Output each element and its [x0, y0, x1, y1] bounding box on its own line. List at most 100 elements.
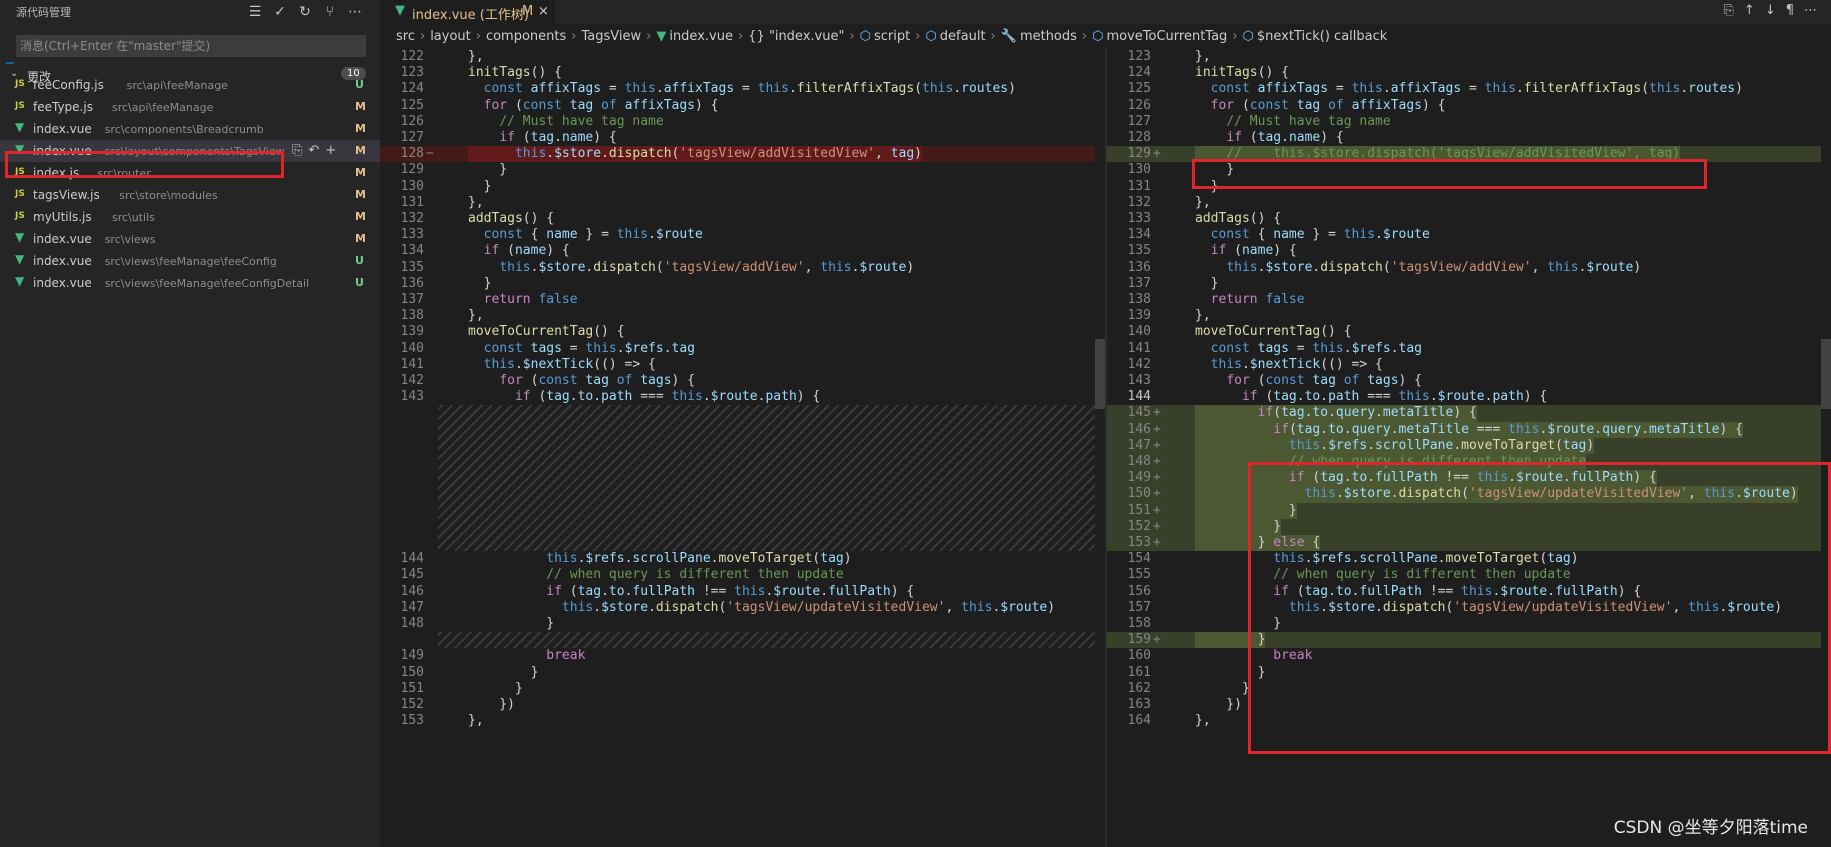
code-line[interactable]: 133 addTags() { — [1107, 211, 1831, 227]
code-line[interactable]: 128 if (tag.name) { — [1107, 130, 1831, 146]
code-line[interactable]: 135 if (name) { — [1107, 243, 1831, 259]
tab-index-vue-working-tree[interactable]: ▼ index.vue (工作树) M × — [380, 0, 555, 24]
code-line[interactable]: 144 if (tag.to.path === this.$route.path… — [1107, 389, 1831, 405]
code-line[interactable]: 148 } — [380, 616, 1105, 632]
code-line[interactable]: 131}, — [380, 195, 1105, 211]
breadcrumb-item[interactable]: TagsView — [581, 29, 641, 44]
changed-file-item[interactable]: ▼ index.vue src\views\feeManage\feeConfig U — [0, 250, 380, 272]
code-line[interactable]: 139 moveToCurrentTag() { — [380, 324, 1105, 340]
code-line[interactable]: 130 } — [380, 179, 1105, 195]
code-text: this.$store.dispatch('tagsView/addView',… — [1226, 259, 1642, 275]
code-line[interactable]: 129 } — [380, 162, 1105, 178]
vertical-scrollbar[interactable] — [1095, 49, 1105, 847]
code-line[interactable]: 122}, — [380, 49, 1105, 65]
scrollbar-thumb[interactable] — [1821, 339, 1831, 409]
commit-message-input[interactable]: 消息(Ctrl+Enter 在"master"提交) — [16, 35, 366, 57]
changed-file-item[interactable]: ▼ index.vue src\views\feeManage\feeConfigD… — [0, 272, 380, 294]
changed-file-item[interactable]: JS feeType.js src\api\feeManage M — [0, 96, 380, 118]
open-file-icon[interactable]: ⎘ — [292, 143, 302, 158]
refresh-icon[interactable]: ↻ — [296, 3, 314, 21]
code-line[interactable]: 146 if (tag.to.fullPath !== this.$route.… — [380, 584, 1105, 600]
code-line[interactable]: 137 } — [1107, 276, 1831, 292]
code-line[interactable]: 141 this.$nextTick(() => { — [380, 357, 1105, 373]
breadcrumb-item[interactable]: methods — [1020, 29, 1077, 44]
code-line[interactable]: 153}, — [380, 713, 1105, 729]
diff-original-pane[interactable]: 122}, 123 initTags() {124 const affixTags … — [380, 49, 1105, 847]
branch-icon[interactable]: ⑂ — [321, 3, 339, 21]
code-line[interactable]: 135 this.$store.dispatch('tagsView/addVi… — [380, 260, 1105, 276]
scrollbar-thumb[interactable] — [1095, 339, 1105, 409]
code-line[interactable]: 152 }) — [380, 697, 1105, 713]
breadcrumb-item[interactable]: default — [940, 29, 986, 44]
code-line[interactable]: 136 this.$store.dispatch('tagsView/addVi… — [1107, 260, 1831, 276]
code-line[interactable]: 145 + if(tag.to.query.metaTitle) { — [1107, 405, 1831, 422]
changed-file-item[interactable]: JS myUtils.js src\utils M — [0, 206, 380, 228]
breadcrumb-item[interactable]: layout — [430, 29, 471, 44]
toggle-whitespace-icon[interactable]: ¶ — [1786, 3, 1794, 18]
code-line[interactable]: 145 // when query is different then upda… — [380, 567, 1105, 583]
code-line[interactable]: 125 for (const tag of affixTags) { — [380, 98, 1105, 114]
code-line[interactable]: 146 + if(tag.to.query.metaTitle === this.… — [1107, 421, 1831, 438]
changed-file-item[interactable]: ▼ index.vue src\components\Breadcrumb M — [0, 118, 380, 140]
code-line[interactable]: 147 this.$store.dispatch('tagsView/updat… — [380, 600, 1105, 616]
stage-changes-icon[interactable]: + — [325, 143, 336, 158]
code-line[interactable]: 150 } — [380, 665, 1105, 681]
breadcrumb-item[interactable]: $nextTick() callback — [1257, 29, 1387, 44]
breadcrumb-item[interactable]: src — [396, 29, 415, 44]
next-change-icon[interactable]: ↓ — [1765, 3, 1776, 18]
code-line[interactable]: 143 for (const tag of tags) { — [1107, 373, 1831, 389]
code-line[interactable]: 127 // Must have tag name — [1107, 114, 1831, 130]
breadcrumb-item[interactable]: index.vue — [669, 29, 733, 44]
code-line[interactable]: 124 initTags() { — [1107, 65, 1831, 81]
changed-file-item[interactable]: ▼ index.vue src\views M — [0, 228, 380, 250]
code-line[interactable]: 136 } — [380, 276, 1105, 292]
code-line[interactable]: 144 this.$refs.scrollPane.moveToTarget(t… — [380, 551, 1105, 567]
more-actions-icon[interactable]: ⋯ — [346, 3, 364, 21]
code-line[interactable]: 142 for (const tag of tags) { — [380, 373, 1105, 389]
open-file-icon[interactable]: ⎘ — [1724, 3, 1734, 18]
breadcrumb-item[interactable]: components — [486, 29, 566, 44]
code-line[interactable]: 137 return false — [380, 292, 1105, 308]
changed-file-item[interactable]: JS feeConfig.js src\api\feeManage U — [0, 74, 380, 96]
code-line[interactable]: 139}, — [1107, 308, 1831, 324]
vue-file-icon: ▼ — [15, 120, 25, 134]
code-line[interactable]: 124 const affixTags = this.affixTags = t… — [380, 81, 1105, 97]
code-line[interactable]: 151 } — [380, 681, 1105, 697]
commit-check-icon[interactable]: ✓ — [271, 3, 289, 21]
code-line[interactable]: 123}, — [1107, 49, 1831, 65]
code-text: const tags = this.$refs.tag — [1210, 340, 1423, 356]
more-actions-icon[interactable]: ⋯ — [1804, 3, 1817, 18]
diff-marker: + — [1153, 421, 1161, 437]
code-line[interactable]: 149 break — [380, 648, 1105, 664]
previous-change-icon[interactable]: ↑ — [1744, 3, 1755, 18]
code-line[interactable]: 140 moveToCurrentTag() { — [1107, 324, 1831, 340]
code-line[interactable]: 140 const tags = this.$refs.tag — [380, 341, 1105, 357]
code-line[interactable]: 134 const { name } = this.$route — [1107, 227, 1831, 243]
breadcrumb-item[interactable]: script — [874, 29, 910, 44]
code-line[interactable]: 132}, — [1107, 195, 1831, 211]
changed-file-item[interactable]: JS tagsView.js src\store\modules M — [0, 184, 380, 206]
git-status-badge: M — [355, 188, 366, 201]
code-line[interactable]: 132 addTags() { — [380, 211, 1105, 227]
code-line[interactable]: 138 return false — [1107, 292, 1831, 308]
code-line[interactable]: 127 if (tag.name) { — [380, 130, 1105, 146]
code-line[interactable]: 138}, — [380, 308, 1105, 324]
line-number: 124 — [1127, 65, 1151, 81]
code-line[interactable]: 142 this.$nextTick(() => { — [1107, 357, 1831, 373]
view-as-tree-icon[interactable]: ☰ — [246, 3, 264, 21]
code-line[interactable]: 128− this.$store.dispatch('tagsView/addV… — [380, 146, 1105, 163]
code-line[interactable]: 133 const { name } = this.$route — [380, 227, 1105, 243]
code-line[interactable]: 125 const affixTags = this.affixTags = t… — [1107, 81, 1831, 97]
code-line[interactable]: 134 if (name) { — [380, 243, 1105, 259]
line-number: 136 — [400, 275, 424, 291]
code-line[interactable]: 126 // Must have tag name — [380, 114, 1105, 130]
code-line[interactable]: 147 + this.$refs.scrollPane.moveToTarget(… — [1107, 437, 1831, 454]
discard-changes-icon[interactable]: ↶ — [308, 143, 319, 158]
breadcrumb-item[interactable]: moveToCurrentTag — [1106, 29, 1227, 44]
breadcrumb-item[interactable]: {} "index.vue" — [748, 29, 844, 44]
close-tab-icon[interactable]: × — [538, 4, 549, 19]
code-line[interactable]: 123 initTags() { — [380, 65, 1105, 81]
code-line[interactable]: 141 const tags = this.$refs.tag — [1107, 341, 1831, 357]
code-line[interactable]: 143 if (tag.to.path === this.$route.path… — [380, 389, 1105, 405]
code-line[interactable]: 126 for (const tag of affixTags) { — [1107, 98, 1831, 114]
